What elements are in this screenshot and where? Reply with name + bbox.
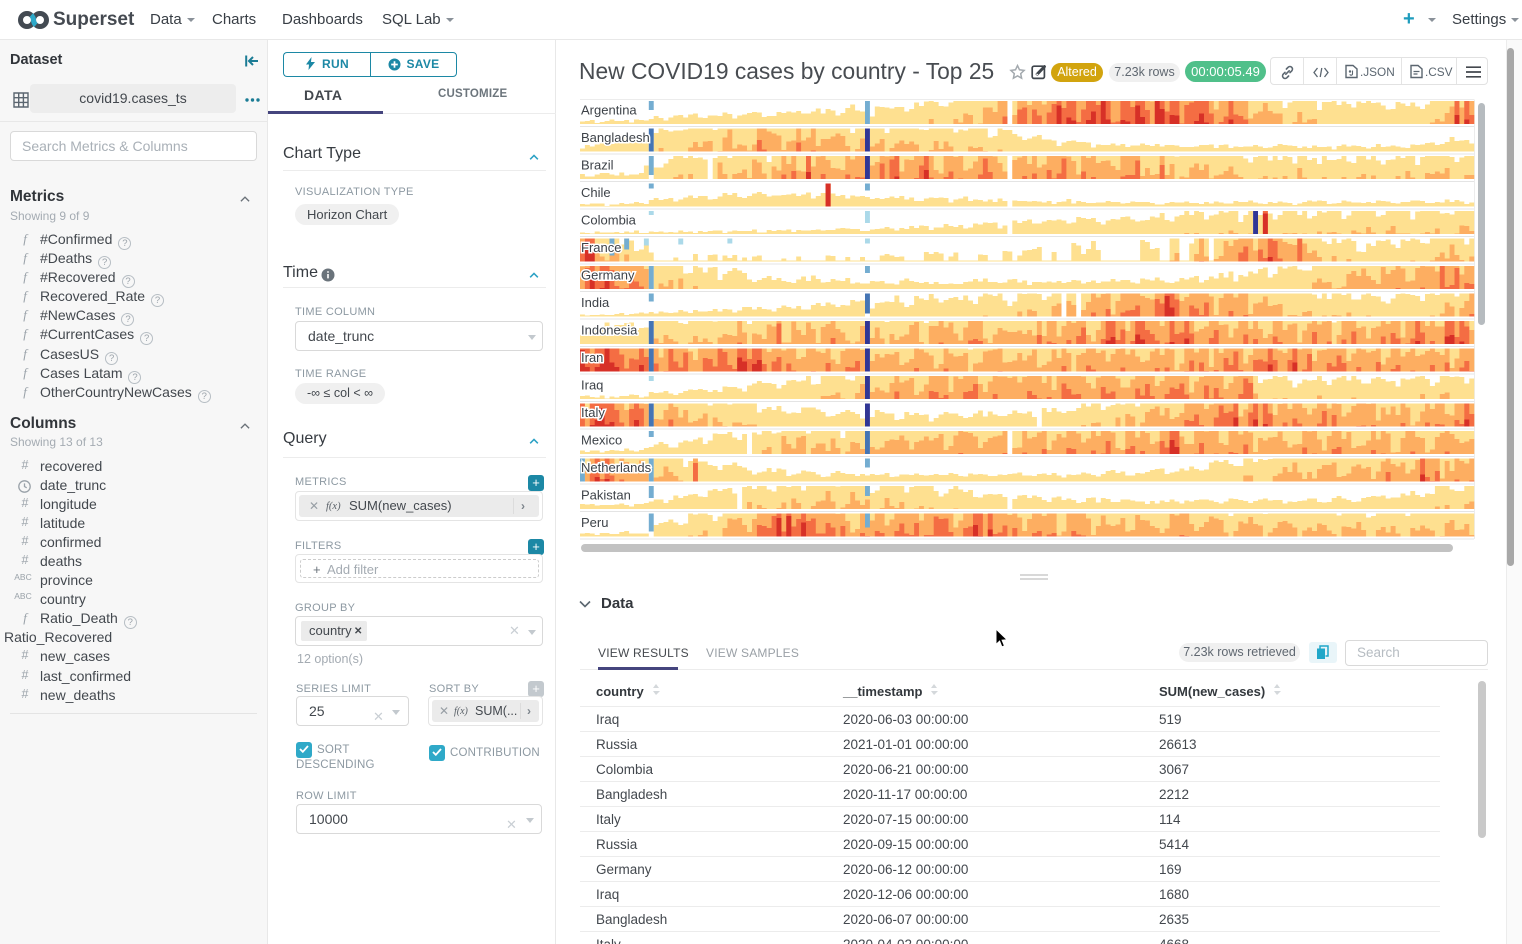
svg-text:Mexico: Mexico: [581, 433, 622, 448]
svg-text:Pakistan: Pakistan: [581, 488, 631, 503]
svg-text:Iraq: Iraq: [581, 378, 603, 393]
svg-text:Netherlands: Netherlands: [581, 460, 652, 475]
svg-text:India: India: [581, 295, 610, 310]
svg-text:Iran: Iran: [581, 350, 603, 365]
svg-text:Colombia: Colombia: [581, 213, 637, 228]
svg-text:Italy: Italy: [581, 405, 605, 420]
svg-text:Chile: Chile: [581, 185, 611, 200]
svg-text:France: France: [581, 240, 621, 255]
svg-text:Peru: Peru: [581, 515, 608, 530]
svg-text:Bangladesh: Bangladesh: [581, 130, 650, 145]
svg-text:Brazil: Brazil: [581, 158, 614, 173]
svg-text:Indonesia: Indonesia: [581, 323, 638, 338]
svg-text:Argentina: Argentina: [581, 103, 637, 118]
svg-text:Germany: Germany: [581, 268, 635, 283]
